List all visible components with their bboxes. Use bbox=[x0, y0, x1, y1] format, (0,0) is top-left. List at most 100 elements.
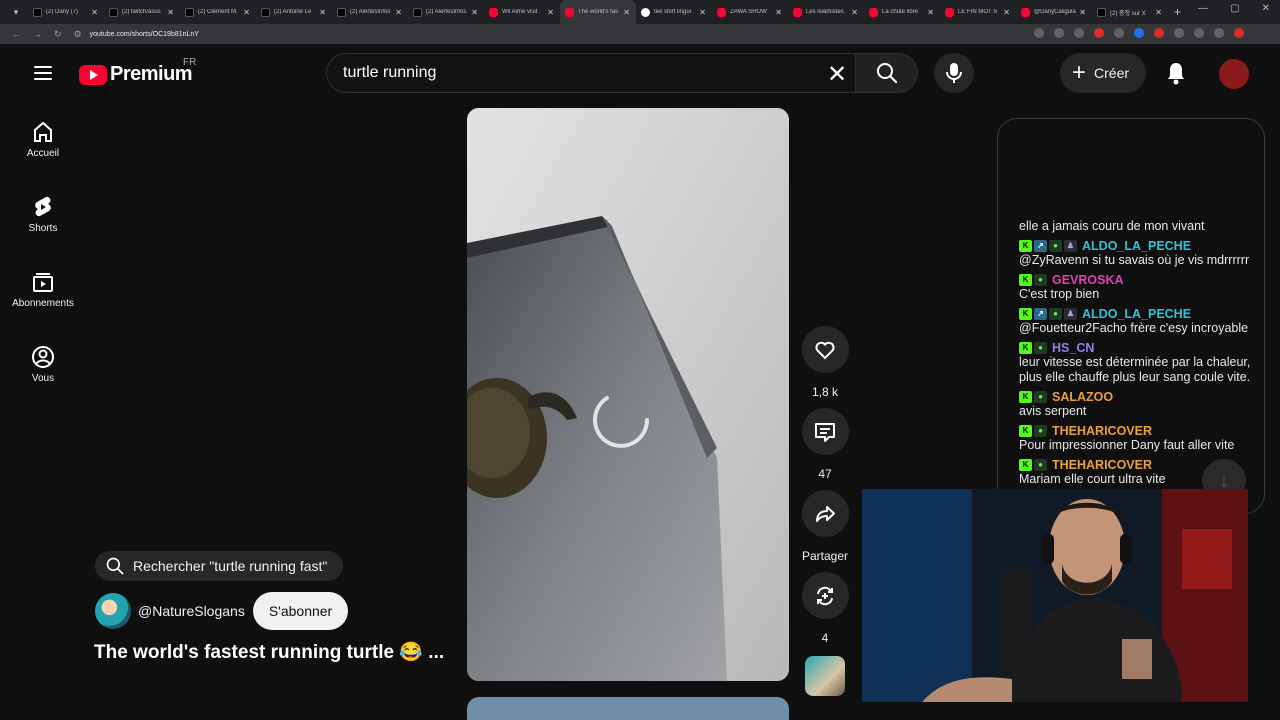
chat-message-partial: elle a jamais couru de mon vivant bbox=[1019, 219, 1259, 234]
browser-tab[interactable]: Wil Aime visit ✕ bbox=[484, 0, 560, 24]
tab-title: The world's fas bbox=[578, 9, 619, 15]
account-avatar[interactable] bbox=[1219, 59, 1249, 89]
browser-tab[interactable]: (2) Clément M. ✕ bbox=[180, 0, 256, 24]
share-action: Partager bbox=[801, 490, 849, 572]
chat-username[interactable]: THEHARICOVER bbox=[1052, 458, 1152, 472]
chat-message: K ● GEVROSKA C'est trop bien bbox=[1019, 272, 1259, 302]
tab-search-dropdown[interactable]: ▾ bbox=[8, 4, 24, 20]
short-actions: 1,8 k 47 Partager 4 bbox=[801, 326, 849, 696]
channel-avatar[interactable] bbox=[95, 593, 131, 629]
subscribe-button[interactable]: S'abonner bbox=[252, 592, 349, 630]
next-short-preview[interactable] bbox=[467, 697, 789, 720]
channel-name[interactable]: @NatureSlogans bbox=[138, 603, 245, 619]
maximize-button[interactable]: ▢ bbox=[1230, 3, 1239, 14]
close-tab-icon[interactable]: ✕ bbox=[699, 8, 706, 17]
alien-badge-icon: ● bbox=[1034, 341, 1047, 354]
forward-icon[interactable]: → bbox=[33, 29, 42, 39]
chat-username[interactable]: SALAZOO bbox=[1052, 390, 1113, 404]
browser-tab[interactable]: Les islamistes ✕ bbox=[788, 0, 864, 24]
extension-icon[interactable] bbox=[1094, 28, 1104, 38]
search-box[interactable]: turtle running ✕ bbox=[326, 53, 856, 93]
chat-username[interactable]: ALDO_LA_PECHE bbox=[1082, 307, 1191, 321]
voice-search-button[interactable] bbox=[934, 53, 974, 93]
short-video-player[interactable] bbox=[467, 108, 789, 681]
share-button[interactable] bbox=[801, 490, 849, 537]
search-suggestion-chip[interactable]: Rechercher "turtle running fast" bbox=[95, 551, 344, 581]
browser-tab[interactable]: tee shirt lingui ✕ bbox=[636, 0, 712, 24]
youtube-premium-logo[interactable]: Premium FR bbox=[79, 57, 196, 86]
browser-tab[interactable]: La chute libre ✕ bbox=[864, 0, 940, 24]
notifications-bell-icon[interactable] bbox=[1164, 60, 1188, 86]
close-tab-icon[interactable]: ✕ bbox=[1079, 8, 1086, 17]
stream-chat-overlay: elle a jamais couru de mon vivant K ↗ ● ♟ AL… bbox=[997, 118, 1265, 514]
browser-tab[interactable]: LE FIN MOT S ✕ bbox=[940, 0, 1016, 24]
like-button[interactable] bbox=[801, 326, 849, 373]
close-tab-icon[interactable]: ✕ bbox=[623, 8, 630, 17]
tab-title: Wil Aime visit bbox=[502, 9, 538, 15]
chat-message-header: K ↗ ● ♟ ALDO_LA_PECHE bbox=[1019, 306, 1259, 321]
clear-search-icon[interactable]: ✕ bbox=[825, 61, 849, 88]
sidebar-item-subscriptions[interactable]: Abonnements bbox=[0, 250, 86, 325]
comments-button[interactable] bbox=[801, 408, 849, 455]
tab-list: (2) Dany (7) ✕ (2) twitch/asus ✕ (2) Clément… bbox=[28, 0, 1168, 24]
close-tab-icon[interactable]: ✕ bbox=[851, 8, 858, 17]
browser-tab[interactable]: ZAWA SHOW ✕ bbox=[712, 0, 788, 24]
close-tab-icon[interactable]: ✕ bbox=[243, 8, 250, 17]
menu-icon[interactable] bbox=[34, 66, 52, 80]
extension-icon[interactable] bbox=[1134, 28, 1144, 38]
close-tab-icon[interactable]: ✕ bbox=[167, 8, 174, 17]
extension-icon[interactable] bbox=[1154, 28, 1164, 38]
install-icon[interactable] bbox=[1054, 28, 1064, 38]
search-button[interactable] bbox=[855, 53, 918, 93]
browser-tab[interactable]: The world's fas ✕ bbox=[560, 0, 636, 24]
extension-icon[interactable] bbox=[1174, 28, 1184, 38]
close-tab-icon[interactable]: ✕ bbox=[1155, 8, 1162, 17]
chat-username[interactable]: GEVROSKA bbox=[1052, 273, 1124, 287]
close-tab-icon[interactable]: ✕ bbox=[547, 8, 554, 17]
short-title[interactable]: The world's fastest running turtle 😂 ... bbox=[94, 640, 444, 664]
chat-username[interactable]: THEHARICOVER bbox=[1052, 424, 1152, 438]
browser-tab[interactable]: (2) Antoine Le ✕ bbox=[256, 0, 332, 24]
tab-title: @DanyCaligula bbox=[1034, 9, 1076, 15]
x-favicon-icon bbox=[185, 7, 194, 17]
chat-username[interactable]: HS_CN bbox=[1052, 341, 1094, 355]
tab-title: La chute libre bbox=[882, 9, 919, 15]
profile-icon[interactable] bbox=[1234, 28, 1244, 38]
share-icon bbox=[816, 505, 835, 522]
close-window-button[interactable]: ✕ bbox=[1262, 3, 1270, 14]
browser-tab[interactable]: (2) twitch/asus ✕ bbox=[104, 0, 180, 24]
close-tab-icon[interactable]: ✕ bbox=[775, 8, 782, 17]
close-tab-icon[interactable]: ✕ bbox=[91, 8, 98, 17]
browser-tab[interactable]: (2) AlertesInfos ✕ bbox=[408, 0, 484, 24]
x-favicon-icon bbox=[109, 7, 118, 17]
youtube-page: Premium FR turtle running ✕ + Créer Accu… bbox=[0, 44, 1280, 720]
tab-search-icon[interactable] bbox=[1214, 28, 1224, 38]
sidebar-item-shorts[interactable]: Shorts bbox=[0, 175, 86, 250]
browser-tab[interactable]: (2) 충청 sur X ✕ bbox=[1092, 0, 1168, 24]
search-input[interactable]: turtle running bbox=[343, 64, 436, 82]
browser-tab[interactable]: @DanyCaligula ✕ bbox=[1016, 0, 1092, 24]
url-field[interactable]: youtube.com/shorts/OC19b81nLnY bbox=[90, 31, 199, 38]
close-tab-icon[interactable]: ✕ bbox=[927, 8, 934, 17]
browser-tab[interactable]: (2) Dany (7) ✕ bbox=[28, 0, 104, 24]
browser-tab[interactable]: (2) AlertesInfos ✕ bbox=[332, 0, 408, 24]
bookmark-icon[interactable] bbox=[1074, 28, 1084, 38]
close-tab-icon[interactable]: ✕ bbox=[395, 8, 402, 17]
sidebar-item-you[interactable]: Vous bbox=[0, 325, 86, 400]
back-icon[interactable]: ← bbox=[12, 29, 21, 39]
close-tab-icon[interactable]: ✕ bbox=[319, 8, 326, 17]
sound-thumbnail[interactable] bbox=[805, 656, 845, 696]
minimize-button[interactable]: — bbox=[1198, 3, 1208, 14]
remix-button[interactable] bbox=[801, 572, 849, 619]
new-tab-button[interactable]: + bbox=[1174, 5, 1181, 19]
sidebar-item-home[interactable]: Accueil bbox=[0, 100, 86, 175]
reload-icon[interactable]: ↻ bbox=[54, 29, 62, 40]
close-tab-icon[interactable]: ✕ bbox=[1003, 8, 1010, 17]
extensions-puzzle-icon[interactable] bbox=[1194, 28, 1204, 38]
chat-username[interactable]: ALDO_LA_PECHE bbox=[1082, 239, 1191, 253]
extension-icon[interactable] bbox=[1114, 28, 1124, 38]
create-button[interactable]: + Créer bbox=[1060, 53, 1146, 93]
close-tab-icon[interactable]: ✕ bbox=[471, 8, 478, 17]
zoom-icon[interactable] bbox=[1034, 28, 1044, 38]
site-info-icon[interactable]: ⚙ bbox=[74, 29, 82, 40]
